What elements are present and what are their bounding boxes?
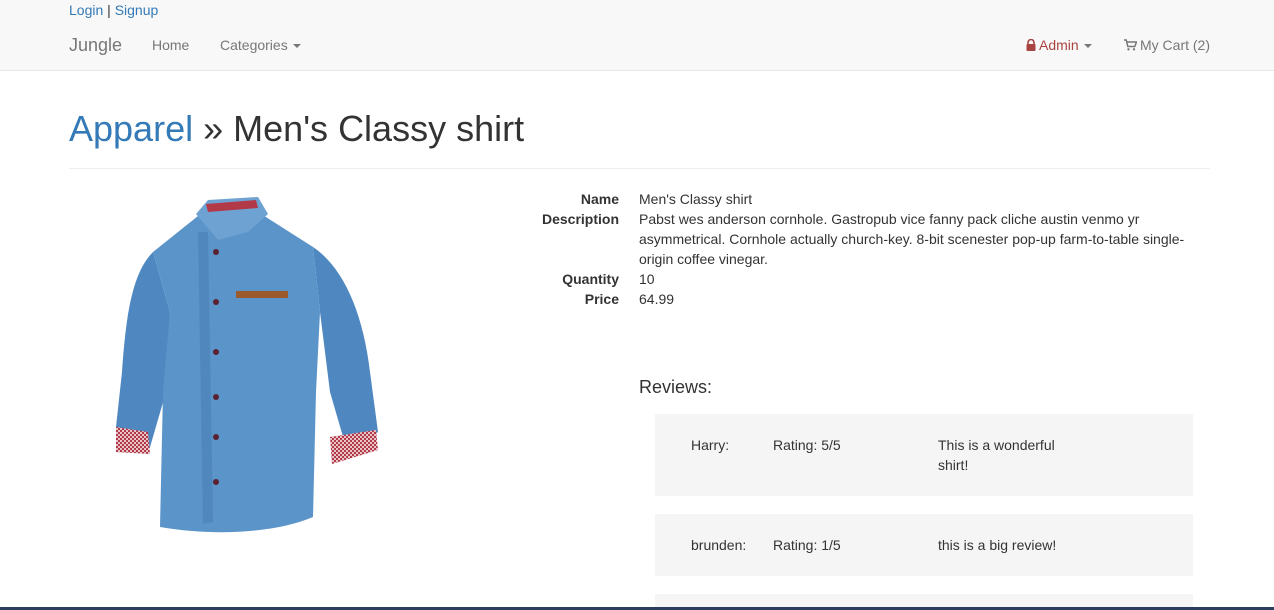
review-card: Harry: Rating: 5/5 This is a wonderful s… bbox=[655, 414, 1193, 496]
detail-row-description: Description Pabst wes anderson cornhole.… bbox=[480, 209, 1210, 269]
review-card: brunden: Rating: 1/5 this is a big revie… bbox=[655, 514, 1193, 576]
header-divider bbox=[69, 168, 1210, 169]
detail-row-price: Price 64.99 bbox=[480, 289, 1210, 309]
nav-admin-dropdown[interactable]: Admin bbox=[1026, 37, 1092, 54]
review-text: this is a big review! bbox=[938, 537, 1057, 553]
nav-admin-label: Admin bbox=[1039, 37, 1079, 53]
review-rating: Rating: 5/5 bbox=[773, 437, 841, 453]
reviews-heading: Reviews: bbox=[639, 377, 713, 397]
shopping-cart-icon bbox=[1124, 38, 1138, 54]
detail-row-name: Name Men's Classy shirt bbox=[480, 189, 1210, 209]
caret-down-icon bbox=[1083, 44, 1092, 49]
page-title: Apparel » Men's Classy shirt bbox=[69, 108, 524, 150]
product-image bbox=[108, 192, 393, 550]
review-text: This is a wonderful shirt! bbox=[938, 437, 1055, 473]
product-details: Name Men's Classy shirt Description Pabs… bbox=[480, 189, 1210, 309]
nav-categories-dropdown[interactable]: Categories bbox=[220, 37, 301, 53]
breadcrumb-separator: » bbox=[203, 108, 224, 149]
category-breadcrumb-link[interactable]: Apparel bbox=[69, 108, 193, 149]
lock-icon bbox=[1026, 38, 1036, 54]
navbar: Login | Signup Jungle Home Categories Ad… bbox=[0, 0, 1274, 71]
signup-link[interactable]: Signup bbox=[115, 2, 159, 18]
name-label: Name bbox=[580, 191, 619, 207]
nav-cart-link[interactable]: My Cart (2) bbox=[1124, 37, 1210, 54]
price-label: Price bbox=[584, 291, 619, 307]
caret-down-icon bbox=[292, 44, 301, 49]
review-card-partial bbox=[655, 594, 1193, 607]
quantity-label: Quantity bbox=[562, 271, 619, 287]
auth-separator: | bbox=[107, 2, 111, 18]
nav-cart-label: My Cart (2) bbox=[1140, 37, 1210, 53]
review-rating: Rating: 1/5 bbox=[773, 537, 841, 553]
description-label: Description bbox=[541, 211, 619, 227]
quantity-value: 10 bbox=[639, 271, 655, 287]
review-author: Harry: bbox=[691, 437, 730, 453]
brand-link[interactable]: Jungle bbox=[69, 35, 122, 56]
price-value: 64.99 bbox=[639, 291, 675, 307]
nav-categories-label: Categories bbox=[220, 37, 288, 53]
nav-home-link[interactable]: Home bbox=[152, 37, 189, 53]
description-value: Pabst wes anderson cornhole. Gastropub v… bbox=[639, 211, 1185, 267]
name-value: Men's Classy shirt bbox=[639, 191, 753, 207]
login-link[interactable]: Login bbox=[69, 2, 103, 18]
review-author: brunden: bbox=[691, 537, 747, 553]
detail-row-quantity: Quantity 10 bbox=[480, 269, 1210, 289]
product-title: Men's Classy shirt bbox=[233, 108, 525, 149]
auth-links: Login | Signup bbox=[69, 2, 158, 18]
